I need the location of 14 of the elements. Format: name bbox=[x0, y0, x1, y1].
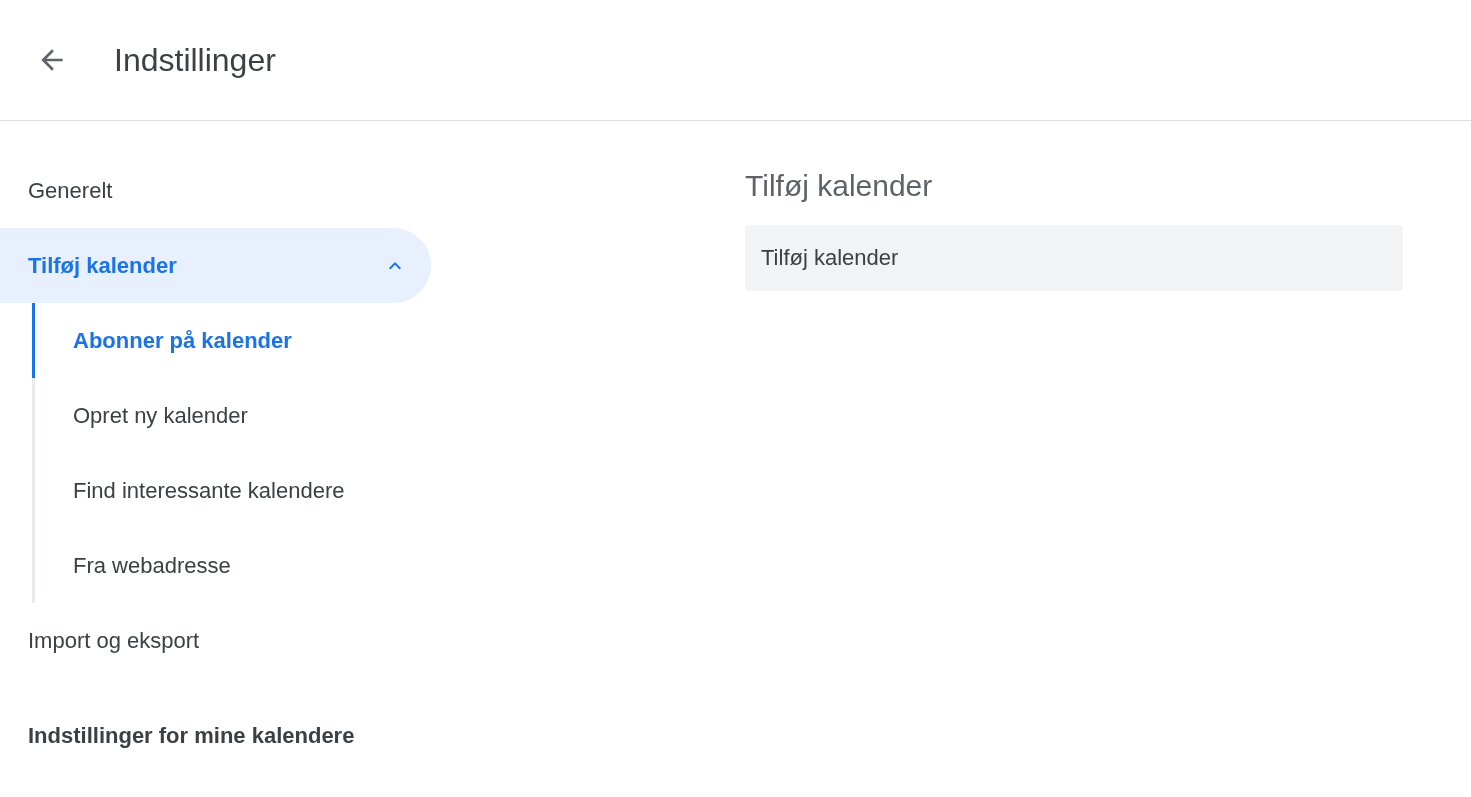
sidebar-item[interactable]: Generelt bbox=[0, 153, 431, 228]
sidebar-item-label: Import og eksport bbox=[28, 627, 200, 654]
add-calendar-panel[interactable]: Tilføj kalender bbox=[745, 225, 1403, 291]
sidebar-subitem[interactable]: Abonner på kalender bbox=[32, 303, 431, 378]
page-title: Indstillinger bbox=[114, 41, 276, 79]
sidebar-subitem[interactable]: Opret ny kalender bbox=[32, 378, 431, 453]
sidebar-subitem[interactable]: Find interessante kalendere bbox=[32, 453, 431, 528]
sidebar-item[interactable]: Tilføj kalender bbox=[0, 228, 431, 303]
sidebar-item[interactable]: Import og eksport bbox=[0, 603, 431, 678]
content-heading: Tilføj kalender bbox=[745, 169, 934, 203]
sidebar-item-label: Tilføj kalender bbox=[28, 252, 177, 279]
sidebar-subitem[interactable]: Fra webadresse bbox=[32, 528, 431, 603]
sidebar-item-label: Generelt bbox=[28, 177, 113, 204]
section-heading: Indstillinger for mine kalendere bbox=[28, 723, 356, 749]
